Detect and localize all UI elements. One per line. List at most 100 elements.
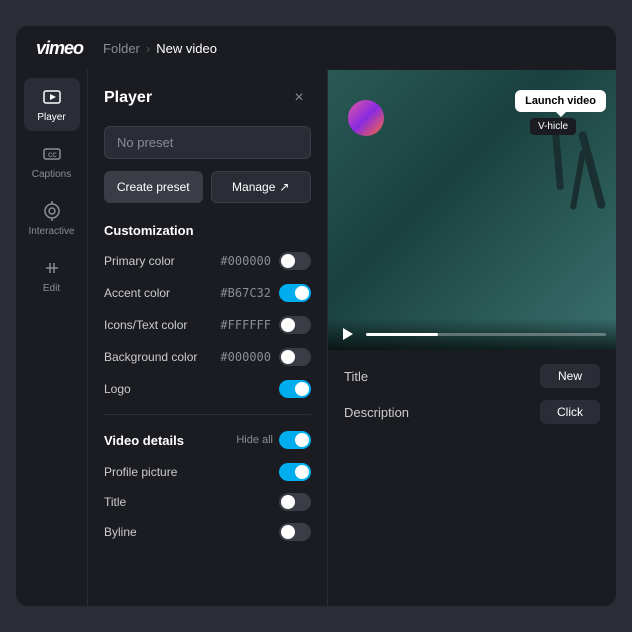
sidebar-item-interactive-label: Interactive: [28, 226, 74, 237]
title-info-row: Title New: [344, 364, 600, 388]
right-panel: Launch video V-hicle Title New: [328, 70, 616, 606]
panel-title: Player: [104, 89, 152, 107]
title-row: Title: [104, 493, 311, 511]
toggle-knob: [295, 465, 309, 479]
bg-color-right: #000000: [220, 348, 311, 366]
player-icon: [41, 86, 63, 108]
title-detail-label: Title: [104, 495, 126, 509]
accent-color-label: Accent color: [104, 286, 170, 300]
video-details-items: Profile picture Title Byline: [104, 463, 311, 541]
byline-row: Byline: [104, 523, 311, 541]
icons-text-color-label: Icons/Text color: [104, 318, 187, 332]
manage-label: Manage: [232, 180, 275, 194]
main-area: Player CC Captions: [16, 70, 616, 606]
player-panel: Player × No preset Create preset Manage …: [88, 70, 328, 606]
primary-color-right: #000000: [220, 252, 311, 270]
brush-stroke-2: [570, 150, 586, 210]
avatar: [348, 100, 384, 136]
accent-color-row: Accent color #B67C32: [104, 284, 311, 302]
customization-heading: Customization: [104, 223, 311, 238]
icons-text-color-hex: #FFFFFF: [220, 318, 271, 332]
toggle-knob: [281, 495, 295, 509]
video-details-heading: Video details: [104, 433, 184, 448]
bg-color-hex: #000000: [220, 350, 271, 364]
icons-text-color-toggle[interactable]: [279, 316, 311, 334]
bg-color-toggle[interactable]: [279, 348, 311, 366]
video-controls: [328, 318, 616, 350]
profile-picture-label: Profile picture: [104, 465, 177, 479]
sidebar-item-edit-label: Edit: [43, 283, 60, 294]
play-button[interactable]: [338, 324, 358, 344]
breadcrumb-separator: ›: [146, 41, 150, 56]
icons-text-color-row: Icons/Text color #FFFFFF: [104, 316, 311, 334]
vhicle-badge: V-hicle: [530, 118, 576, 135]
launch-video-tooltip: Launch video: [515, 90, 606, 112]
logo-right: [279, 380, 311, 398]
sidebar-item-player-label: Player: [37, 112, 65, 123]
interactive-icon: [41, 200, 63, 222]
accent-color-toggle[interactable]: [279, 284, 311, 302]
progress-bar-fill: [366, 333, 438, 336]
icons-text-color-right: #FFFFFF: [220, 316, 311, 334]
bg-color-label: Background color: [104, 350, 197, 364]
preset-actions: Create preset Manage ↗: [104, 171, 311, 203]
create-preset-button[interactable]: Create preset: [104, 171, 203, 203]
play-icon: [343, 328, 353, 340]
sidebar-item-interactive[interactable]: Interactive: [24, 192, 80, 245]
progress-bar[interactable]: [366, 333, 606, 336]
bg-color-row: Background color #000000: [104, 348, 311, 366]
hide-all-label: Hide all: [236, 434, 273, 446]
breadcrumb-current: New video: [156, 41, 217, 56]
toggle-knob: [295, 286, 309, 300]
description-info-label: Description: [344, 405, 409, 420]
external-link-icon: ↗: [279, 180, 289, 194]
byline-label: Byline: [104, 525, 137, 539]
vimeo-logo: vimeo: [36, 38, 83, 59]
profile-picture-toggle[interactable]: [279, 463, 311, 481]
description-info-row: Description Click: [344, 400, 600, 424]
content-area: Player × No preset Create preset Manage …: [88, 70, 616, 606]
sidebar: Player CC Captions: [16, 70, 88, 606]
topbar: vimeo Folder › New video: [16, 26, 616, 70]
info-section: Title New Description Click: [328, 350, 616, 606]
accent-color-right: #B67C32: [220, 284, 311, 302]
logo-toggle[interactable]: [279, 380, 311, 398]
toggle-knob: [295, 433, 309, 447]
logo-row: Logo: [104, 380, 311, 398]
captions-icon: CC: [41, 143, 63, 165]
breadcrumb: Folder › New video: [103, 41, 217, 56]
toggle-knob: [281, 318, 295, 332]
edit-icon: [41, 257, 63, 279]
toggle-knob: [295, 382, 309, 396]
logo-label: Logo: [104, 382, 131, 396]
panel-header: Player ×: [104, 86, 311, 110]
primary-color-toggle[interactable]: [279, 252, 311, 270]
manage-button[interactable]: Manage ↗: [211, 171, 312, 203]
svg-text:CC: CC: [48, 153, 57, 159]
byline-toggle[interactable]: [279, 523, 311, 541]
sidebar-item-captions-label: Captions: [32, 169, 71, 180]
title-info-value[interactable]: New: [540, 364, 600, 388]
close-button[interactable]: ×: [287, 86, 311, 110]
video-preview: Launch video V-hicle: [328, 70, 616, 350]
profile-picture-row: Profile picture: [104, 463, 311, 481]
primary-color-label: Primary color: [104, 254, 175, 268]
sidebar-item-player[interactable]: Player: [24, 78, 80, 131]
title-detail-toggle[interactable]: [279, 493, 311, 511]
sidebar-item-edit[interactable]: Edit: [24, 249, 80, 302]
hide-all-toggle[interactable]: [279, 431, 311, 449]
breadcrumb-folder: Folder: [103, 41, 140, 56]
hide-all-group: Hide all: [236, 431, 311, 449]
preset-select[interactable]: No preset: [104, 126, 311, 159]
toggle-knob: [281, 254, 295, 268]
primary-color-hex: #000000: [220, 254, 271, 268]
sidebar-item-captions[interactable]: CC Captions: [24, 135, 80, 188]
title-info-label: Title: [344, 369, 368, 384]
toggle-knob: [281, 525, 295, 539]
video-details-header: Video details Hide all: [104, 431, 311, 449]
description-info-value[interactable]: Click: [540, 400, 600, 424]
accent-color-hex: #B67C32: [220, 286, 271, 300]
divider: [104, 414, 311, 415]
toggle-knob: [281, 350, 295, 364]
primary-color-row: Primary color #000000: [104, 252, 311, 270]
